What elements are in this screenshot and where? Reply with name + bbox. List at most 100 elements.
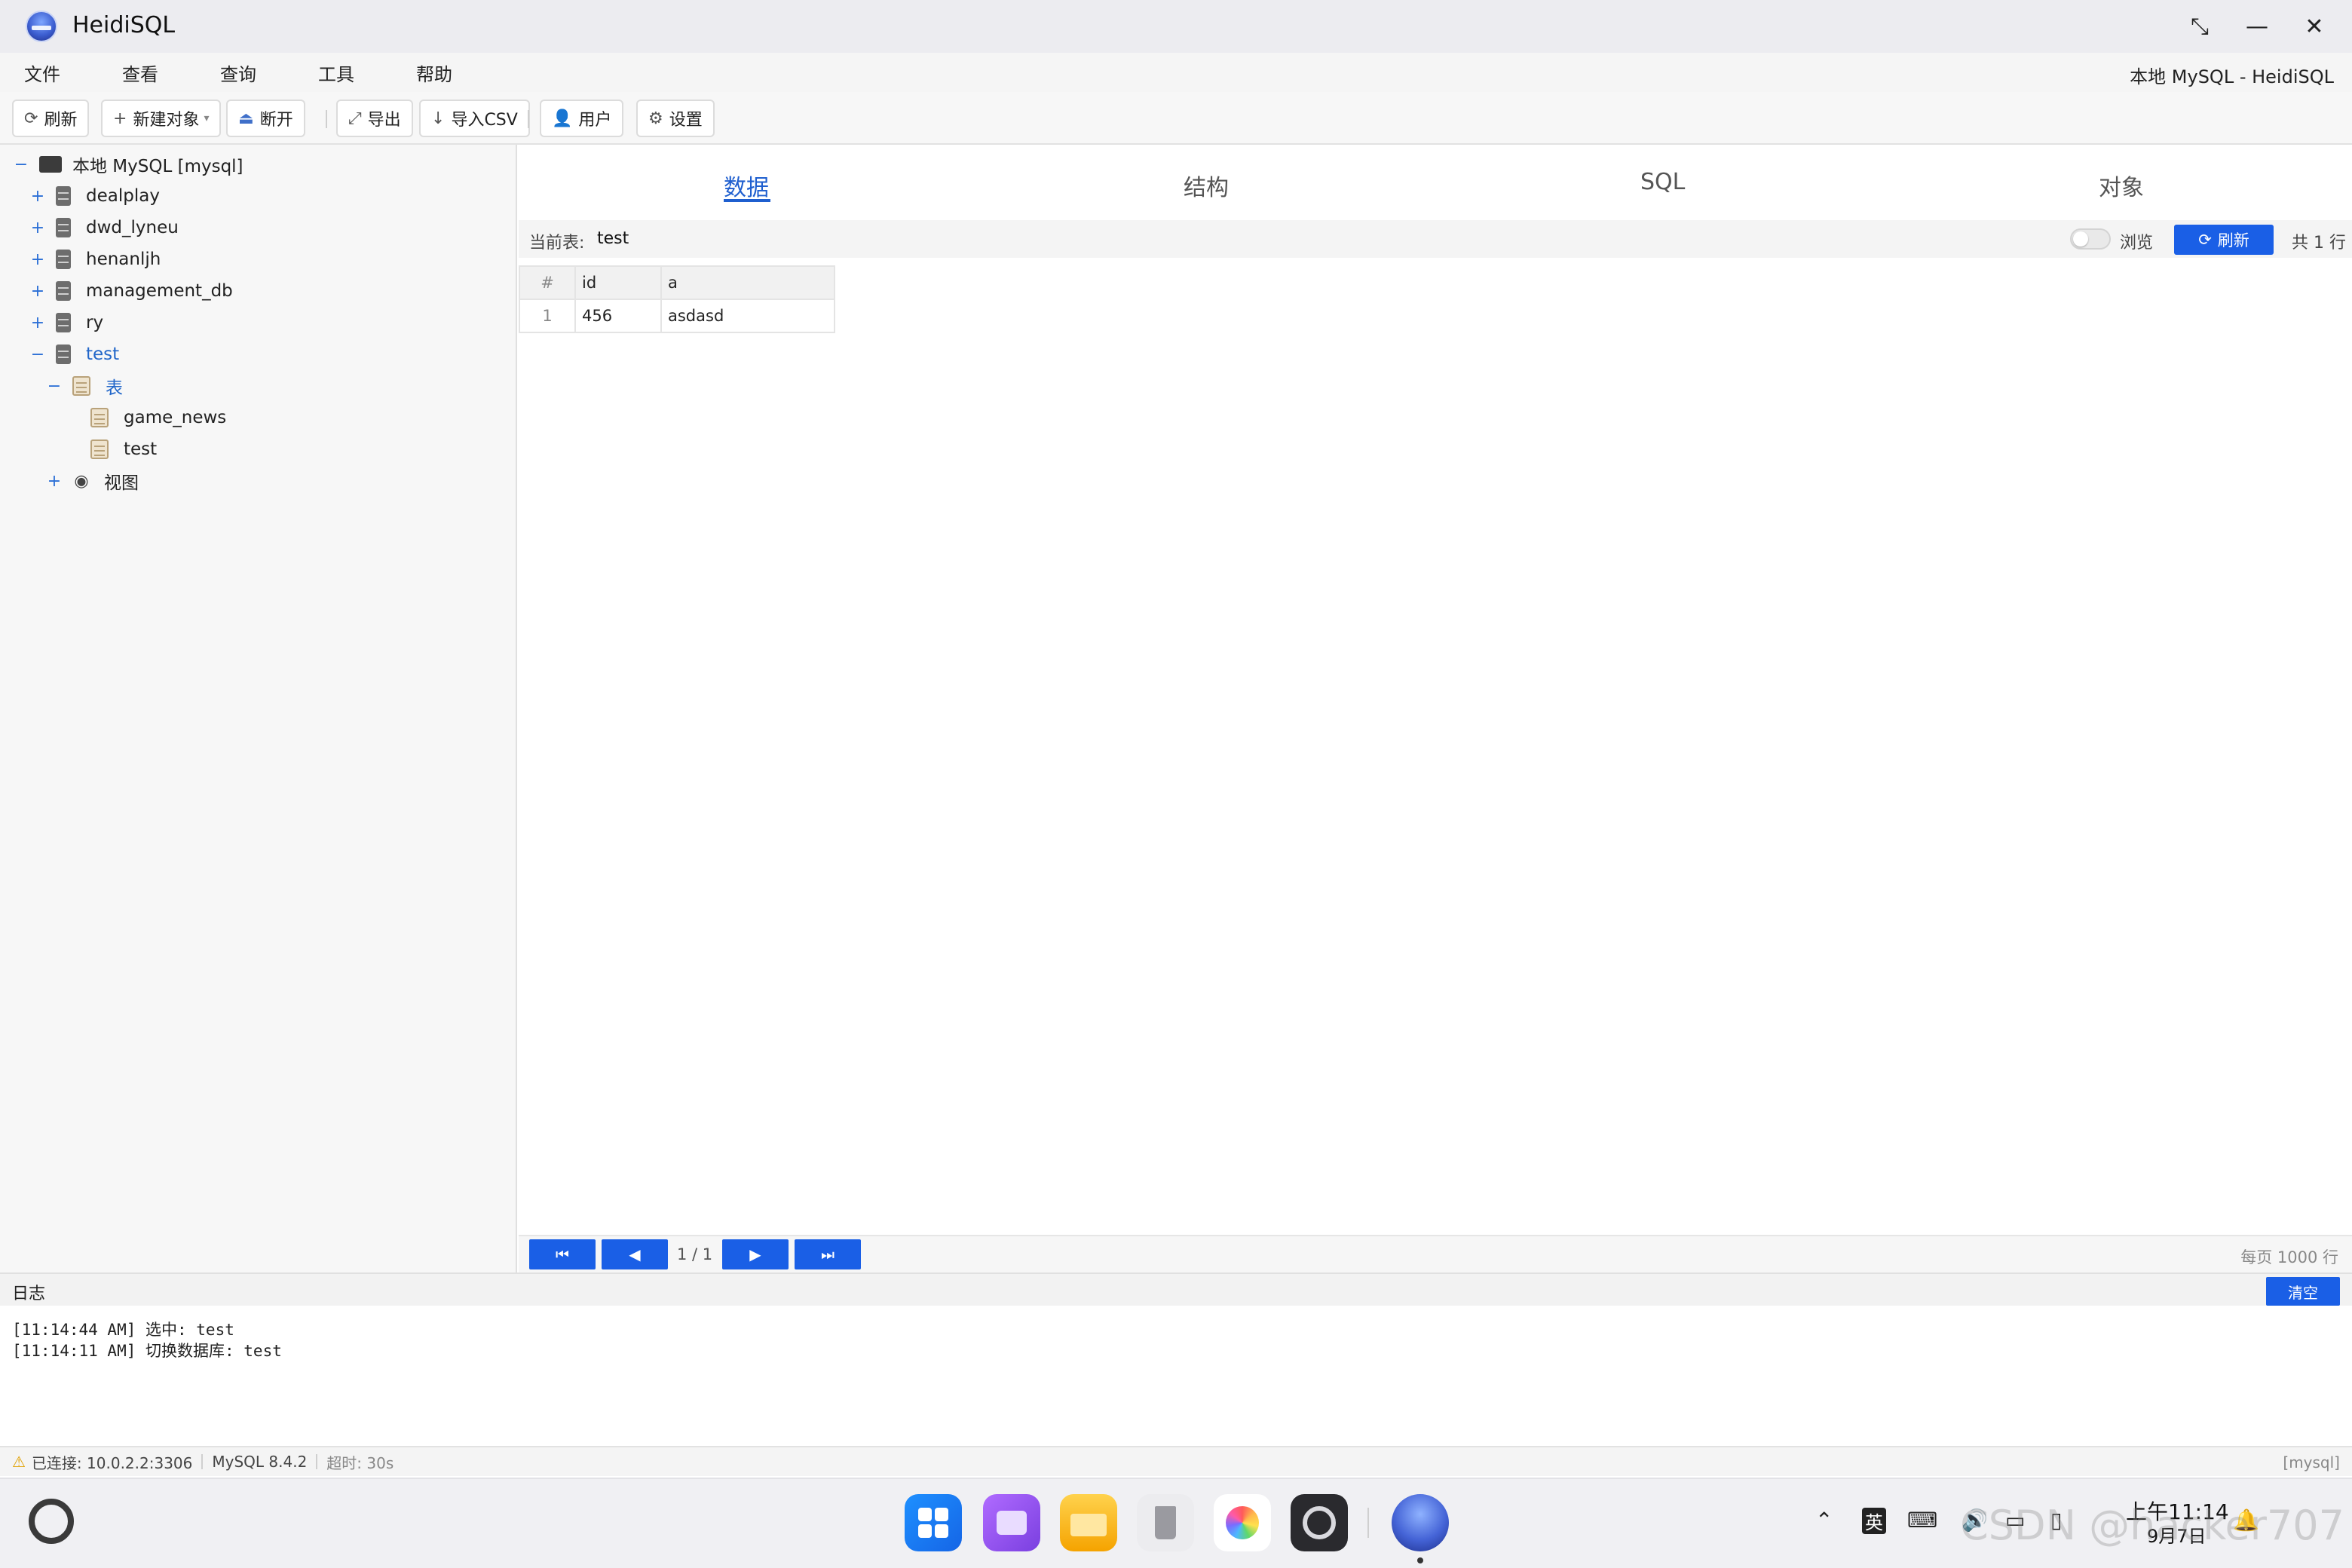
- row-count: 共 1 行: [2292, 234, 2346, 253]
- settings-button[interactable]: ⚙ 设置: [636, 100, 715, 137]
- ime-indicator[interactable]: 英: [1862, 1508, 1886, 1534]
- import-csv-button[interactable]: ↓ 导入CSV: [419, 100, 530, 137]
- page-indicator: 1 / 1: [677, 1245, 713, 1263]
- tab-sql[interactable]: SQL: [1640, 169, 1685, 195]
- column-header-id[interactable]: id: [574, 265, 662, 300]
- menu-help[interactable]: 帮助: [404, 60, 464, 86]
- disconnect-label: 断开: [259, 111, 293, 130]
- current-table-label: 当前表:: [529, 234, 585, 253]
- tree-item-label: ry: [86, 313, 104, 332]
- menu-view[interactable]: 查看: [110, 60, 170, 86]
- first-page-button[interactable]: ⏮: [529, 1239, 596, 1269]
- heidisql-taskbar-icon[interactable]: [1392, 1494, 1449, 1551]
- export-button[interactable]: ⤢ 导出: [336, 100, 413, 137]
- collapse-icon[interactable]: −: [29, 345, 47, 364]
- tree-folder-label: 视图: [104, 473, 139, 493]
- eye-icon: ◉: [74, 471, 89, 491]
- export-icon: ⤢: [348, 109, 362, 128]
- restore-icon[interactable]: ⤡: [2182, 9, 2218, 44]
- menu-tools[interactable]: 工具: [306, 60, 366, 86]
- refresh-label: 刷新: [44, 111, 78, 130]
- tree-item-test[interactable]: − test: [29, 339, 119, 369]
- active-tab-indicator: [724, 199, 770, 202]
- grid-cell[interactable]: asdasd: [660, 299, 835, 333]
- column-header-a[interactable]: a: [660, 265, 835, 300]
- tree-item-label: test: [86, 345, 120, 364]
- expand-icon[interactable]: +: [29, 250, 47, 269]
- tree-table-label: game_news: [124, 408, 227, 427]
- status-version: MySQL 8.4.2: [212, 1453, 308, 1471]
- tree-item-dwd-lyneu[interactable]: + dwd_lyneu: [29, 213, 179, 243]
- tree-table-game-news[interactable]: game_news: [90, 403, 226, 433]
- table-folder-icon: [72, 376, 90, 396]
- tab-data[interactable]: 数据: [724, 169, 769, 202]
- expand-icon[interactable]: +: [29, 282, 47, 301]
- settings-label: 设置: [669, 111, 703, 130]
- tree-table-test[interactable]: test: [90, 434, 157, 464]
- table-row[interactable]: 1 456 asdasd: [519, 299, 835, 333]
- last-page-button[interactable]: ⏭: [795, 1239, 861, 1269]
- menu-file[interactable]: 文件: [12, 60, 72, 86]
- files-icon[interactable]: [1060, 1494, 1117, 1551]
- keyboard-icon[interactable]: ⌨: [1907, 1508, 1937, 1533]
- tab-bar: 数据 结构 SQL 对象: [519, 145, 2352, 220]
- export-label: 导出: [367, 111, 401, 130]
- tree-root-connection[interactable]: − 本地 MySQL [mysql]: [12, 149, 243, 179]
- dropdown-caret-icon: ▾: [204, 112, 210, 124]
- system-settings-icon[interactable]: [1291, 1494, 1348, 1551]
- photos-icon[interactable]: [1214, 1494, 1271, 1551]
- data-refresh-button[interactable]: ⟳ 刷新: [2174, 225, 2274, 255]
- tree-item-henanljh[interactable]: + henanljh: [29, 244, 161, 274]
- collapse-icon[interactable]: −: [45, 377, 63, 396]
- data-grid: # id a 1 456 asdasd: [519, 265, 835, 333]
- tree-item-dealplay[interactable]: + dealplay: [29, 181, 160, 211]
- tray-expand-icon[interactable]: ⌃: [1815, 1508, 1833, 1533]
- tree-item-label: dwd_lyneu: [86, 218, 179, 237]
- main-panel: 数据 结构 SQL 对象 当前表: test 浏览 ⟳ 刷新 共 1 行 # i…: [519, 145, 2352, 1272]
- collapse-icon[interactable]: −: [12, 155, 30, 174]
- pagination-bar: ⏮ ◀ 1 / 1 ▶ ⏭ 每页 1000 行: [519, 1235, 2352, 1272]
- tree-item-label: henanljh: [86, 250, 161, 269]
- multitask-icon[interactable]: [983, 1494, 1040, 1551]
- expand-icon[interactable]: +: [29, 187, 47, 206]
- tree-folder-views[interactable]: + ◉ 视图: [45, 466, 139, 496]
- grid-cell[interactable]: 456: [574, 299, 662, 333]
- tree-folder-tables[interactable]: − 表: [45, 371, 123, 401]
- disconnect-button[interactable]: ⏏ 断开: [226, 100, 305, 137]
- tree-item-ry[interactable]: + ry: [29, 308, 103, 338]
- browse-label: 浏览: [2120, 234, 2154, 253]
- tree-table-label: test: [124, 439, 158, 459]
- app-launcher-icon[interactable]: [905, 1494, 962, 1551]
- column-header-index[interactable]: #: [519, 265, 576, 300]
- expand-icon[interactable]: +: [45, 472, 63, 491]
- tree-item-label: dealplay: [86, 186, 160, 206]
- new-object-button[interactable]: + 新建对象 ▾: [101, 100, 222, 137]
- prev-page-button[interactable]: ◀: [602, 1239, 668, 1269]
- tree-root-label: 本地 MySQL [mysql]: [72, 157, 243, 176]
- close-icon[interactable]: ✕: [2296, 9, 2332, 44]
- expand-icon[interactable]: +: [29, 219, 47, 237]
- database-icon: [56, 313, 71, 332]
- database-icon: [56, 345, 71, 364]
- start-button-icon[interactable]: [29, 1499, 74, 1544]
- refresh-button[interactable]: ⟳ 刷新: [12, 100, 90, 137]
- user-button[interactable]: 👤 用户: [540, 100, 624, 137]
- trash-icon[interactable]: [1137, 1494, 1194, 1551]
- menu-bar: 文件 查看 查询 工具 帮助 本地 MySQL - HeidiSQL: [0, 53, 2352, 92]
- tab-structure[interactable]: 结构: [1184, 169, 1229, 202]
- next-page-button[interactable]: ▶: [722, 1239, 789, 1269]
- heidisql-logo-icon: [26, 11, 57, 42]
- tree-item-management-db[interactable]: + management_db: [29, 276, 233, 306]
- row-number-cell: 1: [519, 299, 576, 333]
- server-icon: [39, 156, 62, 173]
- expand-icon[interactable]: +: [29, 314, 47, 332]
- browse-toggle[interactable]: [2070, 228, 2111, 250]
- table-icon: [90, 408, 109, 427]
- table-info-bar: 当前表: test 浏览 ⟳ 刷新 共 1 行: [519, 220, 2352, 258]
- clear-log-button[interactable]: 清空: [2266, 1277, 2340, 1306]
- log-title: 日志: [12, 1285, 46, 1303]
- menu-query[interactable]: 查询: [208, 60, 268, 86]
- user-label: 用户: [578, 111, 612, 130]
- tab-objects[interactable]: 对象: [2099, 169, 2144, 202]
- minimize-icon[interactable]: —: [2239, 9, 2275, 44]
